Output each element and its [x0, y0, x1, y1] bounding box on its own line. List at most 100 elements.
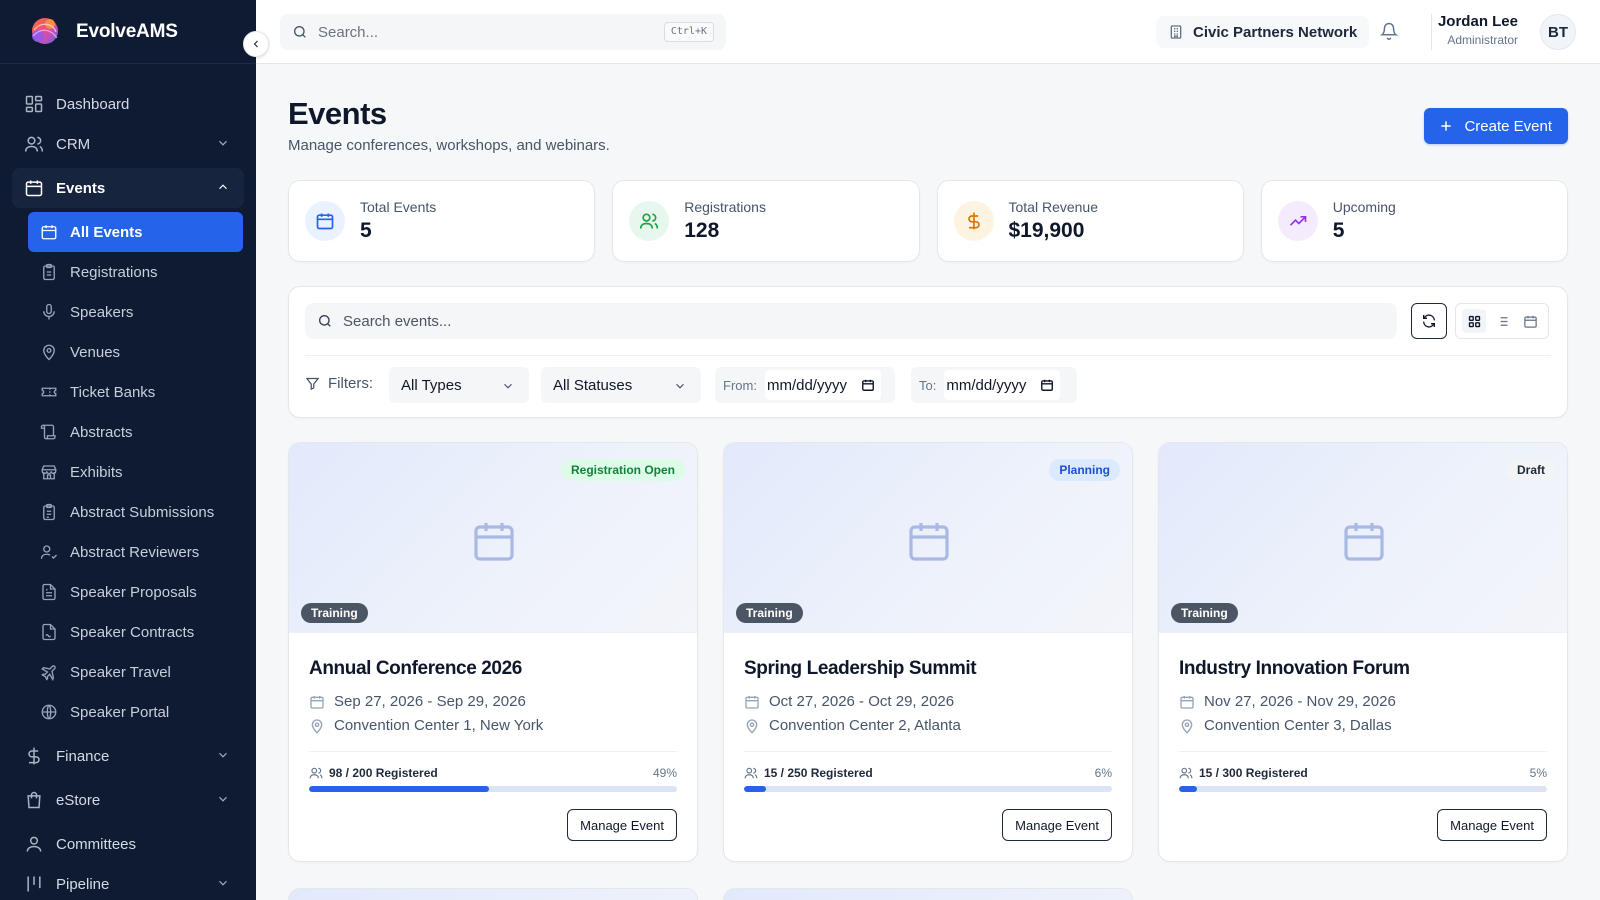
sidebar-item-label: eStore [56, 791, 101, 809]
registration-percent: 49% [652, 766, 677, 780]
search-icon [319, 315, 331, 327]
status-badge: Planning [1049, 459, 1120, 481]
event-card[interactable]: Registration Open Training Annual Confer… [288, 442, 698, 862]
status-select[interactable]: All Statuses [541, 367, 701, 403]
sidebar-item-abstract-submissions[interactable]: Abstract Submissions [28, 492, 243, 532]
mic-icon [43, 303, 55, 320]
type-select[interactable]: All Types [389, 367, 529, 403]
sidebar-item-speaker-contracts[interactable]: Speaker Contracts [28, 612, 243, 652]
calendar-icon [1041, 379, 1054, 391]
app-name: EvolveAMS [76, 20, 178, 42]
bell-icon [1380, 22, 1398, 40]
registration-count: 98 / 200 Registered [309, 766, 438, 780]
user-icon [26, 836, 42, 852]
sidebar-item-events[interactable]: Events [12, 168, 244, 208]
user-info[interactable]: Jordan Lee Administrator [1438, 13, 1518, 47]
calendar-icon [1523, 315, 1537, 328]
sidebar-item-exhibits[interactable]: Exhibits [28, 452, 243, 492]
sidebar-item-crm[interactable]: CRM [12, 124, 244, 164]
stat-icon-bg [305, 201, 345, 241]
grid-view-button[interactable] [1462, 309, 1486, 333]
event-card-partial[interactable] [723, 888, 1133, 900]
manage-event-button[interactable]: Manage Event [1437, 809, 1547, 841]
sidebar-item-abstract-reviewers[interactable]: Abstract Reviewers [28, 532, 243, 572]
chevron-up-icon [219, 184, 227, 190]
sidebar-item-speakers[interactable]: Speakers [28, 292, 243, 332]
sidebar-item-label: Speaker Portal [70, 703, 170, 721]
from-date-input[interactable]: mm/dd/yyyy [764, 370, 881, 400]
notifications-button[interactable] [1380, 22, 1398, 40]
sidebar-item-abstracts[interactable]: Abstracts [28, 412, 243, 452]
sidebar-item-registrations[interactable]: Registrations [28, 252, 243, 292]
event-title[interactable]: Industry Innovation Forum [1179, 658, 1547, 680]
chevron-down-icon [676, 383, 684, 389]
calendar-icon [25, 180, 43, 197]
sidebar: EvolveAMS Dashboard CRM Events All Event… [0, 0, 256, 900]
sidebar-item-speaker-portal[interactable]: Speaker Portal [28, 692, 243, 732]
search-shortcut: Ctrl+K [663, 22, 714, 42]
sidebar-item-label: Pipeline [56, 875, 110, 893]
stat-card-upcoming: Upcoming 5 [1260, 180, 1568, 262]
registration-progress-fill [744, 786, 767, 792]
manage-event-button[interactable]: Manage Event [567, 809, 677, 841]
from-date-value: mm/dd/yyyy [766, 376, 847, 394]
sidebar-item-label: Committees [56, 835, 137, 853]
org-name: Civic Partners Network [1193, 23, 1358, 41]
sidebar-item-speaker-travel[interactable]: Speaker Travel [28, 652, 243, 692]
filters-label: Filters: [305, 375, 373, 392]
map-pin-icon [311, 718, 323, 734]
from-date-filter: From: mm/dd/yyyy [715, 367, 895, 403]
event-search[interactable] [305, 303, 1397, 339]
calendar-view-button[interactable] [1518, 309, 1542, 333]
sidebar-item-venues[interactable]: Venues [28, 332, 243, 372]
stat-label: Registrations [684, 199, 766, 215]
global-search-input[interactable] [318, 23, 658, 41]
stat-label: Total Revenue [1008, 199, 1099, 215]
registration-count-text: 15 / 300 Registered [1199, 766, 1308, 780]
sidebar-item-estore[interactable]: eStore [12, 780, 244, 820]
event-search-input[interactable] [343, 312, 1243, 330]
avatar[interactable]: BT [1540, 14, 1576, 50]
event-title[interactable]: Annual Conference 2026 [309, 658, 677, 680]
filters-panel: Filters: All Types All Statuses From: mm… [288, 286, 1568, 418]
file-text-icon [42, 583, 56, 601]
event-banner: Planning Training [724, 443, 1132, 633]
status-badge: Draft [1506, 459, 1555, 481]
sidebar-item-committees[interactable]: Committees [12, 824, 244, 864]
store-icon [41, 465, 57, 480]
sidebar-item-dashboard[interactable]: Dashboard [12, 84, 244, 124]
view-toggle [1455, 303, 1549, 339]
type-select-value: All Types [401, 376, 462, 394]
org-switcher[interactable]: Civic Partners Network [1156, 16, 1370, 48]
sidebar-item-all-events[interactable]: All Events [28, 212, 243, 252]
event-card[interactable]: Planning Training Spring Leadership Summ… [723, 442, 1133, 862]
registration-count: 15 / 250 Registered [744, 766, 873, 780]
manage-event-button[interactable]: Manage Event [1002, 809, 1112, 841]
sidebar-item-label: Events [56, 179, 106, 197]
global-search[interactable]: Ctrl+K [280, 14, 726, 50]
registration-progress [744, 786, 1112, 792]
to-date-filter: To: mm/dd/yyyy [911, 367, 1077, 403]
clipboard-icon [43, 263, 55, 281]
event-title[interactable]: Spring Leadership Summit [744, 658, 1112, 680]
sidebar-item-label: Dashboard [56, 95, 130, 113]
sidebar-item-finance[interactable]: Finance [12, 736, 244, 776]
list-view-button[interactable] [1490, 309, 1514, 333]
sidebar-item-ticket-banks[interactable]: Ticket Banks [28, 372, 243, 412]
events-grid-next-row [288, 888, 1568, 900]
event-card[interactable]: Draft Training Industry Innovation Forum… [1158, 442, 1568, 862]
to-date-input[interactable]: mm/dd/yyyy [944, 370, 1061, 400]
brand[interactable]: EvolveAMS [0, 0, 256, 64]
event-dates: Sep 27, 2026 - Sep 29, 2026 [309, 693, 677, 710]
event-banner: Registration Open Training [289, 443, 697, 633]
chevron-down-icon [219, 140, 227, 146]
refresh-button[interactable] [1411, 303, 1447, 339]
sidebar-collapse-button[interactable] [243, 31, 269, 57]
event-card-partial[interactable] [288, 888, 698, 900]
sidebar-item-speaker-proposals[interactable]: Speaker Proposals [28, 572, 243, 612]
sidebar-item-pipeline[interactable]: Pipeline [12, 864, 244, 900]
create-event-button[interactable]: Create Event [1424, 108, 1568, 144]
main-content: Events Manage conferences, workshops, an… [256, 64, 1600, 900]
card-divider [744, 751, 1112, 752]
sidebar-item-label: CRM [56, 135, 91, 153]
